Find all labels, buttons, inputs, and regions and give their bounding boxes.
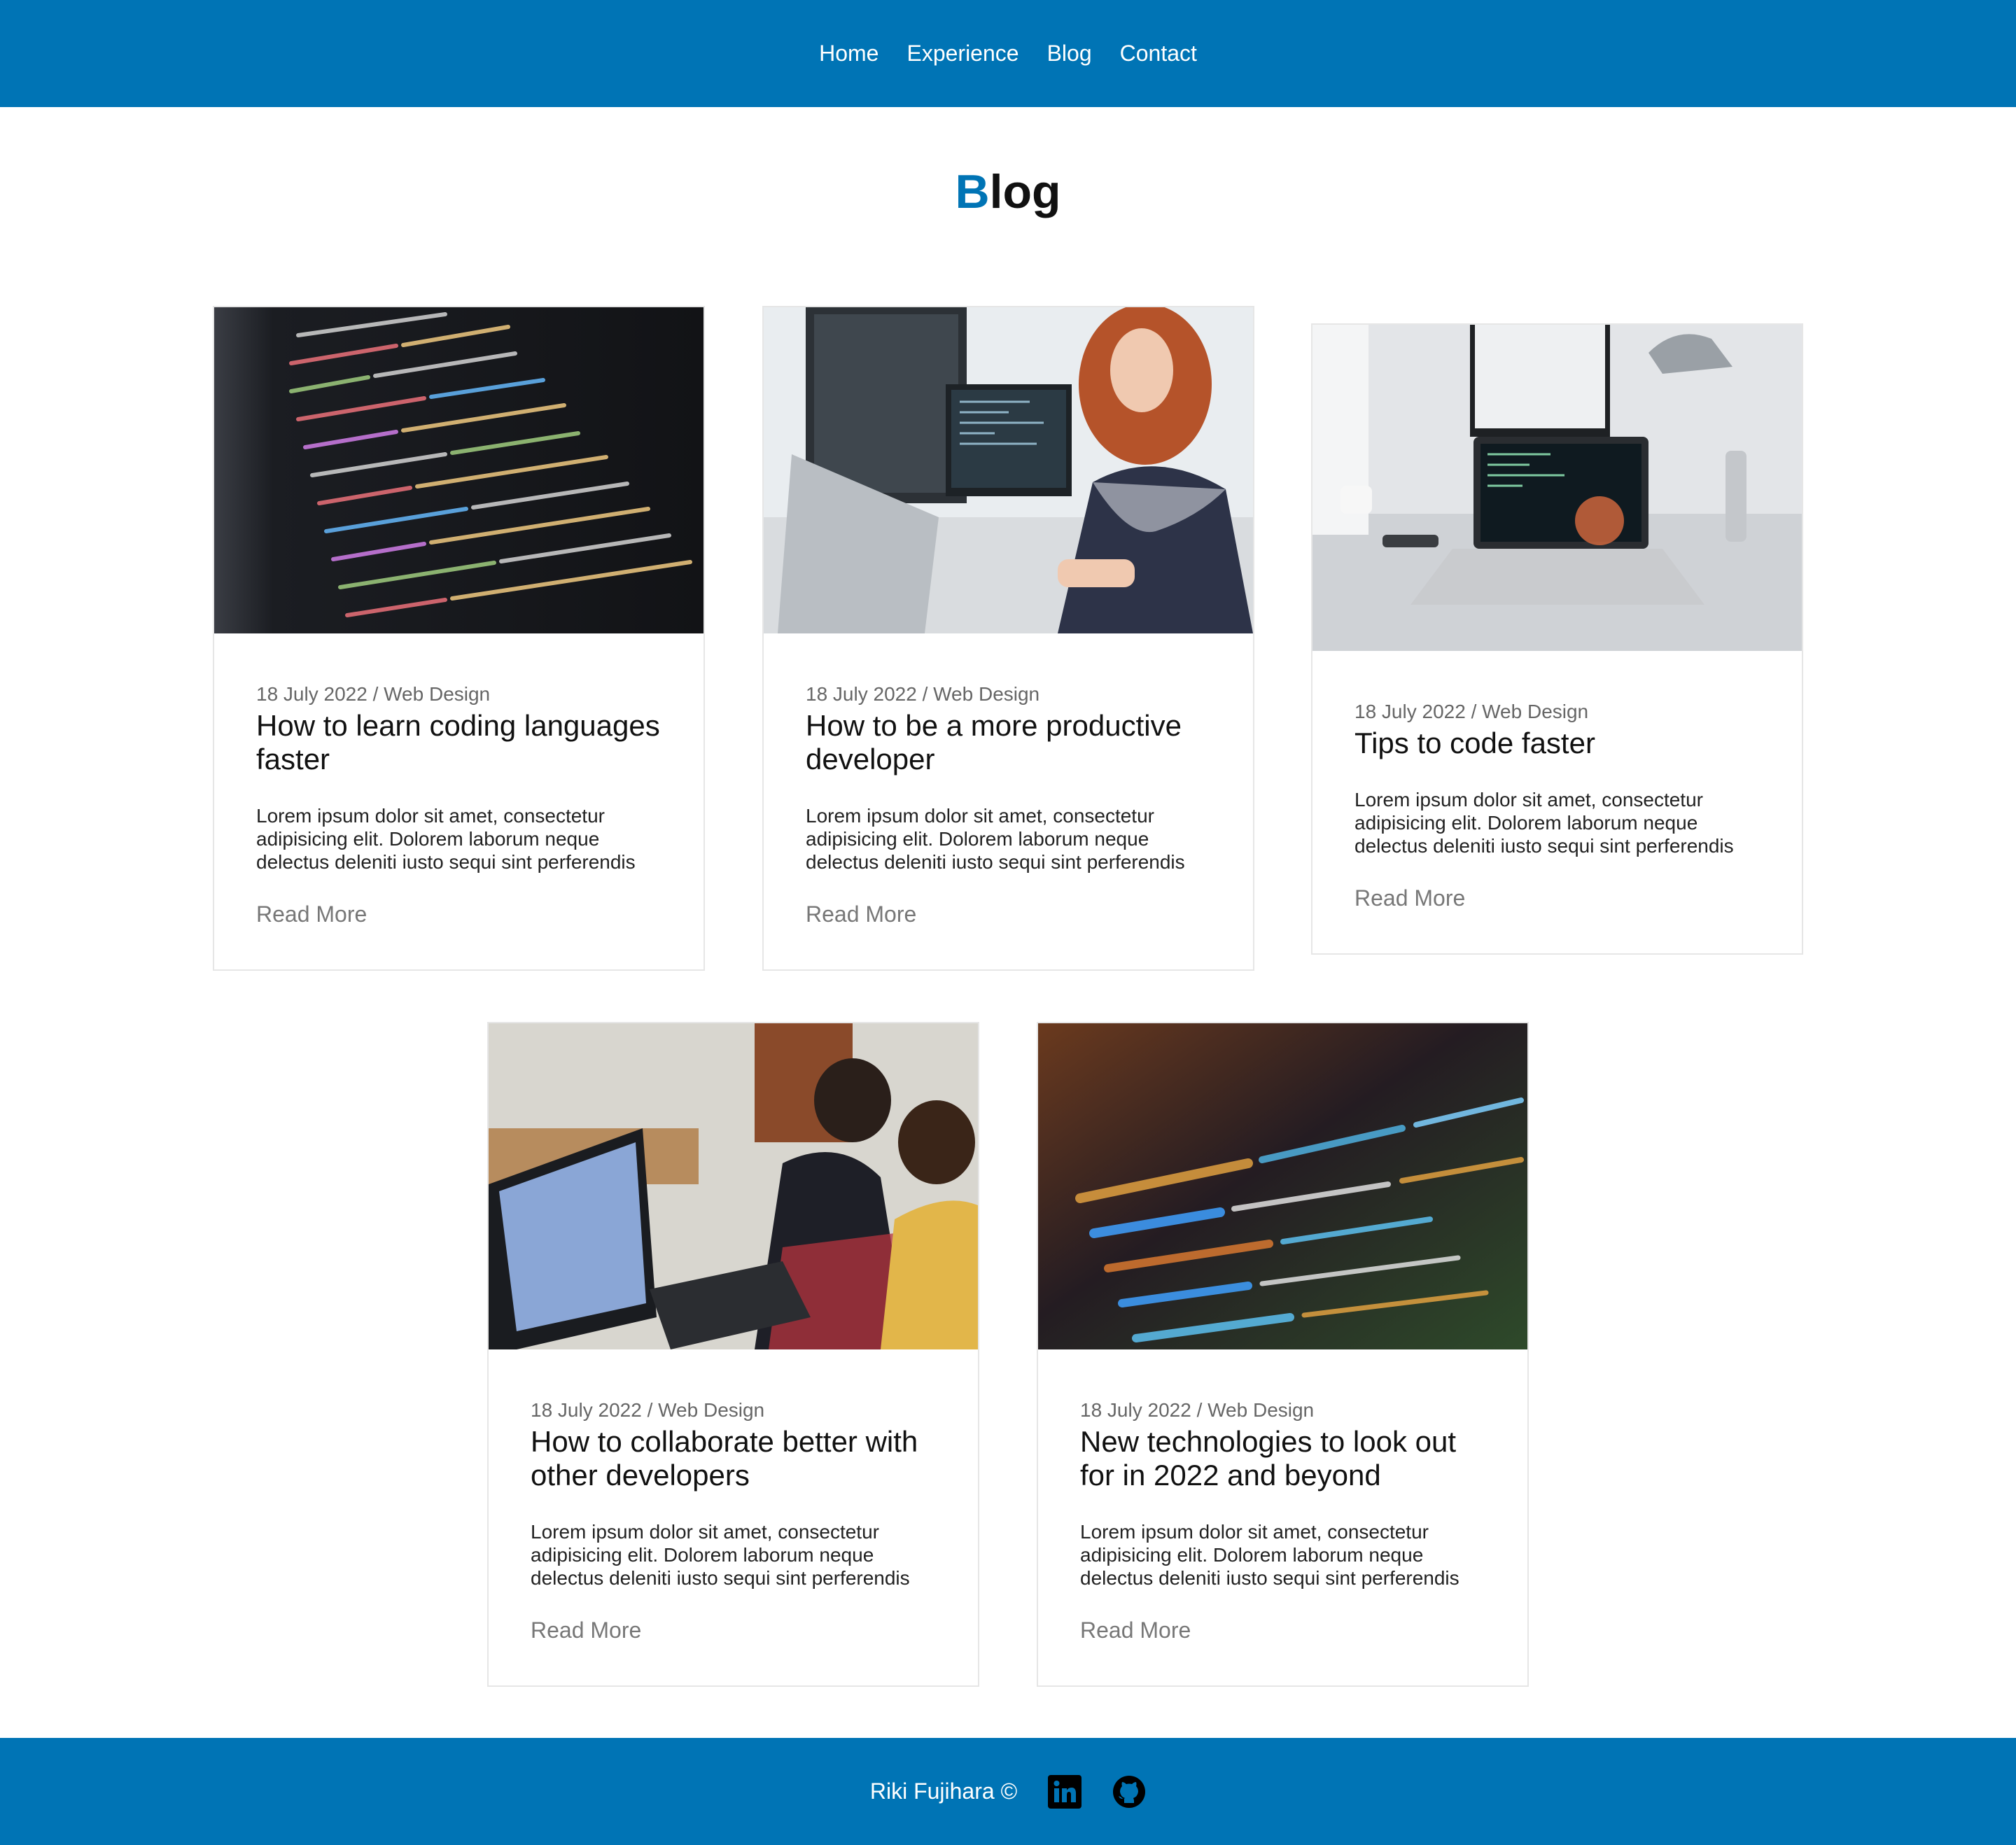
post-title[interactable]: How to be a more productive developer xyxy=(806,709,1211,776)
developers-collaborating-image xyxy=(489,1023,978,1349)
post-excerpt: Lorem ipsum dolor sit amet, consectetur … xyxy=(806,805,1185,873)
footer: Riki Fujihara © xyxy=(0,1738,2016,1845)
blog-card: 18 July 2022 / Web Design New technologi… xyxy=(1037,1022,1529,1687)
post-title[interactable]: How to learn coding languages faster xyxy=(256,709,662,776)
page-title: Blog xyxy=(0,164,2016,219)
blog-card-body: 18 July 2022 / Web Design How to be a mo… xyxy=(764,633,1253,969)
developer-at-desk-image xyxy=(764,307,1253,633)
post-excerpt: Lorem ipsum dolor sit amet, consectetur … xyxy=(531,1521,910,1589)
code-editor-closeup-image xyxy=(214,307,704,633)
post-excerpt: Lorem ipsum dolor sit amet, consectetur … xyxy=(1080,1521,1460,1589)
blog-card: 18 July 2022 / Web Design How to learn c… xyxy=(213,306,705,971)
laptop-on-desk-image xyxy=(1312,325,1802,651)
blog-card: 18 July 2022 / Web Design How to be a mo… xyxy=(762,306,1254,971)
read-more-link[interactable]: Read More xyxy=(1080,1618,1485,1643)
post-excerpt: Lorem ipsum dolor sit amet, consectetur … xyxy=(1354,789,1734,857)
nav-contact-link[interactable]: Contact xyxy=(1120,41,1197,66)
read-more-link[interactable]: Read More xyxy=(256,902,662,927)
blog-card-body: 18 July 2022 / Web Design Tips to code f… xyxy=(1312,651,1802,953)
page-title-rest: log xyxy=(989,165,1061,218)
post-title[interactable]: Tips to code faster xyxy=(1354,727,1760,760)
nav-experience-link[interactable]: Experience xyxy=(906,41,1018,66)
top-navbar: Home Experience Blog Contact xyxy=(0,0,2016,107)
post-meta: 18 July 2022 / Web Design xyxy=(531,1399,765,1421)
blog-card-body: 18 July 2022 / Web Design How to collabo… xyxy=(489,1349,978,1685)
page-title-accent: B xyxy=(955,165,990,218)
blurred-code-screen-image xyxy=(1038,1023,1527,1349)
read-more-link[interactable]: Read More xyxy=(531,1618,936,1643)
read-more-link[interactable]: Read More xyxy=(1354,885,1760,911)
blog-card-body: 18 July 2022 / Web Design How to learn c… xyxy=(214,633,704,969)
blog-card: 18 July 2022 / Web Design Tips to code f… xyxy=(1311,323,1803,955)
nav-home-link[interactable]: Home xyxy=(819,41,878,66)
read-more-link[interactable]: Read More xyxy=(806,902,1211,927)
post-title[interactable]: How to collaborate better with other dev… xyxy=(531,1425,936,1492)
footer-copyright: Riki Fujihara © xyxy=(869,1779,1018,1804)
post-meta: 18 July 2022 / Web Design xyxy=(1080,1399,1315,1421)
github-icon[interactable] xyxy=(1112,1775,1146,1809)
post-excerpt: Lorem ipsum dolor sit amet, consectetur … xyxy=(256,805,636,873)
post-meta: 18 July 2022 / Web Design xyxy=(256,683,491,705)
post-meta: 18 July 2022 / Web Design xyxy=(1354,701,1589,722)
blog-card: 18 July 2022 / Web Design How to collabo… xyxy=(487,1022,979,1687)
post-meta: 18 July 2022 / Web Design xyxy=(806,683,1040,705)
post-title[interactable]: New technologies to look out for in 2022… xyxy=(1080,1425,1485,1492)
nav-blog-link[interactable]: Blog xyxy=(1047,41,1092,66)
blog-card-body: 18 July 2022 / Web Design New technologi… xyxy=(1038,1349,1527,1685)
linkedin-icon[interactable] xyxy=(1048,1774,1082,1809)
